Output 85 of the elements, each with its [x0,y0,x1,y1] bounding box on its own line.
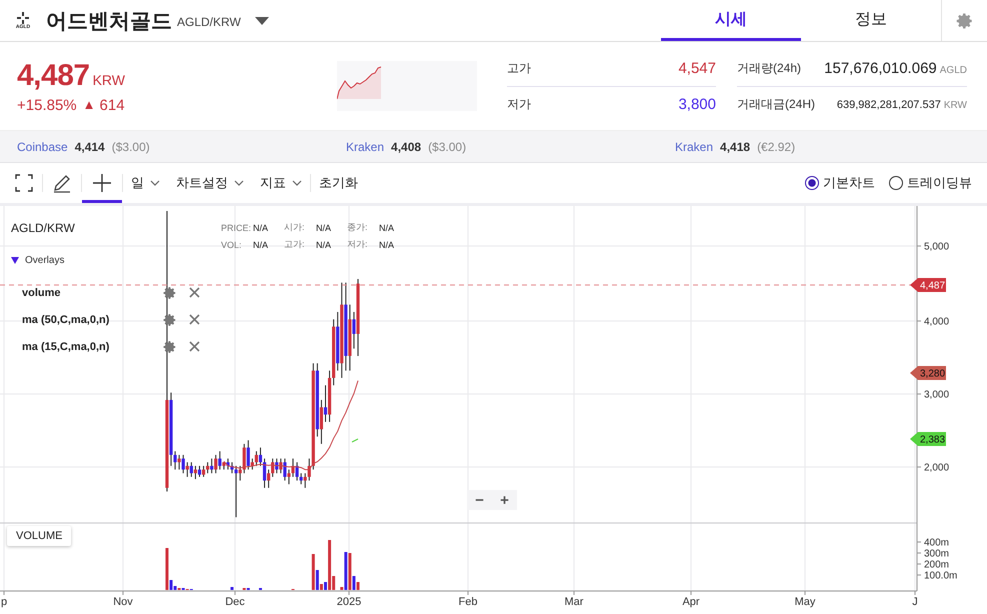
info-value: N/A [379,222,396,232]
overlay-name: ma (50,C,ma,0,n) [22,314,110,326]
x-axis-label: Dec [225,596,245,608]
chevron-down-icon [234,180,244,186]
crosshair-icon [92,173,112,193]
pair-label: AGLD/KRW [177,15,241,29]
chart-type-radio[interactable]: 기본차트 [805,174,875,192]
info-label: 고가: [284,238,306,251]
coin-name: 어드벤처골드 [46,8,172,34]
stat-label: 거래대금(24H) [737,96,816,112]
close-icon[interactable] [189,341,200,352]
x-axis-label: Apr [682,596,700,608]
info-label: 종가: [347,221,369,234]
settings-icon[interactable] [163,286,177,300]
stat-value: 3,800 [678,96,716,112]
stat-unit: AGLD [940,64,967,76]
volume-pane-label: VOLUME [7,526,72,546]
exchange-price: 4,408 [391,140,422,154]
stat-unit: KRW [944,100,967,111]
stat-value: 157,676,010.069 [824,60,937,76]
tab[interactable]: 시세 [661,0,801,41]
overlay-name: volume [22,286,62,298]
x-axis-label: J [912,596,918,608]
y-axis-label: 4,000 [924,316,950,328]
stat-value: 639,982,281,207.537 [836,99,941,111]
exchange-price: 4,414 [74,140,105,154]
x-axis-label: p [0,596,8,608]
y-axis-label: 2,000 [924,462,950,474]
exchange-name[interactable]: Kraken [346,140,384,154]
info-value: N/A [316,240,332,250]
overlays-toggle[interactable]: Overlays [11,255,64,266]
fullscreen-icon [15,174,33,192]
x-axis-label: 2025 [336,596,362,608]
volume-axis-label: 300m [924,548,950,560]
x-axis-label: May [794,596,816,608]
change-amount: 614 [100,96,125,114]
dropdown-menu[interactable]: 일 [123,163,168,203]
caret-icon[interactable] [254,16,269,24]
volume-axis-label: 400m [924,538,950,548]
up-arrow-icon: ▲ [82,96,96,114]
info-label: PRICE: [221,222,252,232]
dropdown-menu[interactable]: 차트설정 [168,163,252,203]
info-label: 저가: [347,238,369,251]
info-label: VOL: [221,240,243,250]
chart-type-radio[interactable]: 트레이딩뷰 [889,174,972,192]
pen-icon [52,173,72,193]
stat-label: 저가 [507,96,531,112]
close-icon[interactable] [189,287,200,298]
settings-icon[interactable] [163,312,177,326]
reset-button[interactable]: 초기화 [311,163,366,203]
change-percent: +15.85% [17,96,77,114]
exchange-name[interactable]: Kraken [675,140,714,154]
info-value: N/A [379,240,396,250]
price-unit: KRW [92,72,125,88]
current-price: 4,487 [17,58,90,92]
chevron-down-icon [292,180,302,186]
volume-axis-label: 200m [924,560,950,570]
volume-axis-label: 100.0m [924,570,958,582]
chevron-down-icon [150,180,160,186]
info-value: N/A [316,222,332,232]
stat-label: 고가 [507,60,531,76]
price-tag: 3,280 [910,366,946,380]
exchange-price: 4,418 [720,140,750,154]
tab[interactable]: 정보 [801,0,941,41]
close-icon[interactable] [189,314,200,325]
settings-icon[interactable] [163,340,177,354]
x-axis-label: Nov [113,596,133,608]
price-tag: 2,383 [910,432,946,446]
y-axis-label: 3,000 [924,390,950,400]
info-label: 시가: [284,221,306,234]
info-value: N/A [253,222,270,232]
overlay-name: ma (15,C,ma,0,n) [22,340,110,352]
dropdown-menu[interactable]: 지표 [252,163,310,203]
exchange-reference-price: (€2.92) [757,140,796,154]
price-tag: 4,487 [910,278,946,292]
exchange-reference-price: ($3.00) [428,140,466,154]
exchange-reference-price: ($3.00) [112,140,150,154]
stat-value: 4,547 [678,60,716,76]
info-value: N/A [253,240,270,250]
chart-symbol: AGLD/KRW [11,221,75,235]
x-axis-label: Mar [564,596,584,608]
y-axis-label: 5,000 [924,242,950,252]
exchange-name[interactable]: Coinbase [17,140,68,154]
x-axis-label: Feb [458,596,478,608]
stat-label: 거래량(24h) [737,60,802,76]
